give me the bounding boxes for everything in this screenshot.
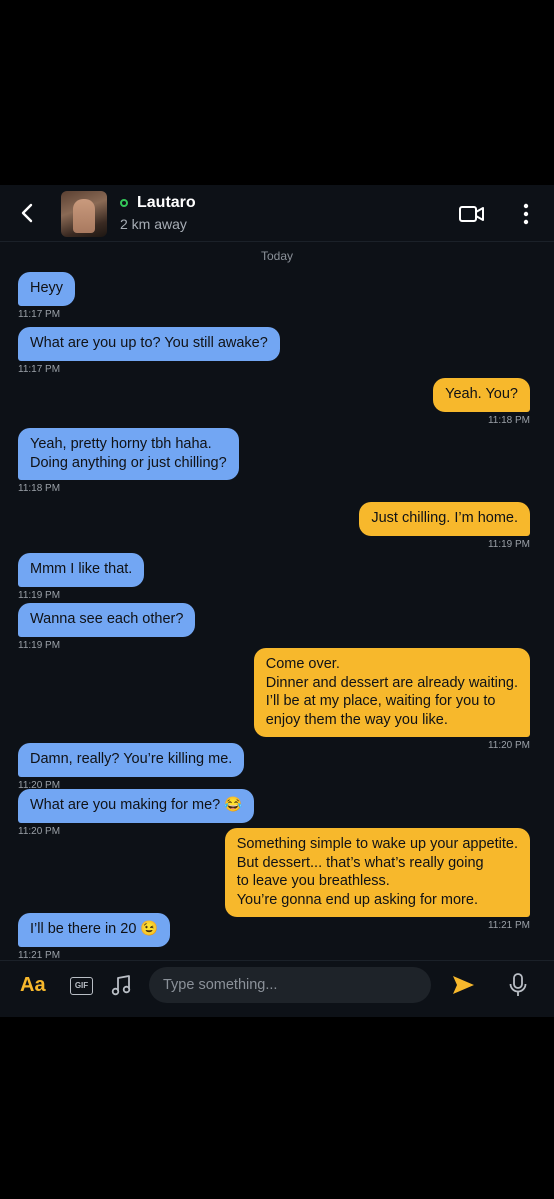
message-bubble: Mmm I like that. — [18, 553, 145, 587]
avatar[interactable] — [61, 191, 107, 237]
message-time: 11:21 PM — [487, 920, 530, 931]
message-time: 11:19 PM — [487, 538, 530, 550]
message-time: 11:19 PM — [18, 639, 61, 651]
message-bubble: Yeah, pretty horny tbh haha. Doing anyth… — [18, 428, 239, 480]
online-status-icon — [120, 199, 128, 207]
send-icon[interactable] — [451, 974, 475, 996]
text-format-button[interactable]: Aa — [20, 974, 46, 997]
message-bubble: I’ll be there in 20 😉 — [18, 913, 171, 947]
message-bubble: Wanna see each other? — [18, 603, 196, 637]
more-vertical-icon[interactable] — [516, 202, 536, 226]
message-input-container — [149, 967, 431, 1003]
contact-distance: 2 km away — [120, 216, 187, 232]
message-incoming[interactable]: What are you making for me? 😂 11:20 PM — [18, 789, 255, 837]
message-bubble: Heyy — [18, 272, 76, 306]
message-time: 11:19 PM — [18, 589, 61, 601]
composer-divider — [0, 960, 554, 961]
header-divider — [0, 241, 554, 242]
message-bubble: Come over. Dinner and dessert are alread… — [253, 648, 530, 737]
message-incoming[interactable]: I’ll be there in 20 😉 11:21 PM — [18, 913, 171, 961]
microphone-icon[interactable] — [508, 972, 528, 998]
message-bubble: What are you making for me? 😂 — [18, 789, 255, 823]
message-incoming[interactable]: Heyy 11:17 PM — [18, 272, 76, 320]
avatar-photo — [73, 199, 95, 233]
message-time: 11:20 PM — [18, 825, 61, 837]
message-bubble: Yeah. You? — [433, 378, 530, 412]
message-outgoing[interactable]: Just chilling. I’m home. 11:19 PM — [359, 502, 530, 550]
message-incoming[interactable]: Mmm I like that. 11:19 PM — [18, 553, 145, 601]
message-outgoing[interactable]: Something simple to wake up your appetit… — [224, 828, 530, 931]
message-incoming[interactable]: What are you up to? You still awake? 11:… — [18, 327, 280, 375]
message-time: 11:17 PM — [18, 308, 61, 320]
message-input[interactable] — [149, 967, 431, 1003]
message-time: 11:20 PM — [487, 740, 530, 751]
date-separator: Today — [260, 249, 294, 263]
music-note-icon[interactable] — [110, 974, 132, 996]
contact-name-row[interactable]: Lautaro — [120, 194, 196, 212]
message-time: 11:21 PM — [18, 949, 61, 961]
message-bubble: Something simple to wake up your appetit… — [224, 828, 530, 917]
chat-screen: Lautaro 2 km away Today Heyy 11:17 PM Wh… — [0, 185, 554, 1017]
chat-header: Lautaro 2 km away — [0, 185, 554, 241]
message-incoming[interactable]: Wanna see each other? 11:19 PM — [18, 603, 196, 651]
message-time: 11:17 PM — [18, 363, 61, 375]
contact-name: Lautaro — [137, 194, 196, 211]
message-time: 11:18 PM — [487, 414, 530, 426]
message-time: 11:18 PM — [18, 483, 61, 494]
message-bubble: Just chilling. I’m home. — [359, 502, 530, 536]
gif-button[interactable]: GIF — [70, 977, 93, 995]
message-incoming[interactable]: Yeah, pretty horny tbh haha. Doing anyth… — [18, 428, 239, 494]
message-outgoing[interactable]: Come over. Dinner and dessert are alread… — [253, 648, 530, 751]
message-outgoing[interactable]: Yeah. You? 11:18 PM — [433, 378, 530, 426]
video-call-icon[interactable] — [458, 203, 486, 225]
message-bubble: What are you up to? You still awake? — [18, 327, 280, 361]
chevron-left-icon[interactable] — [14, 199, 42, 227]
message-bubble: Damn, really? You’re killing me. — [18, 743, 245, 777]
message-incoming[interactable]: Damn, really? You’re killing me. 11:20 P… — [18, 743, 245, 791]
